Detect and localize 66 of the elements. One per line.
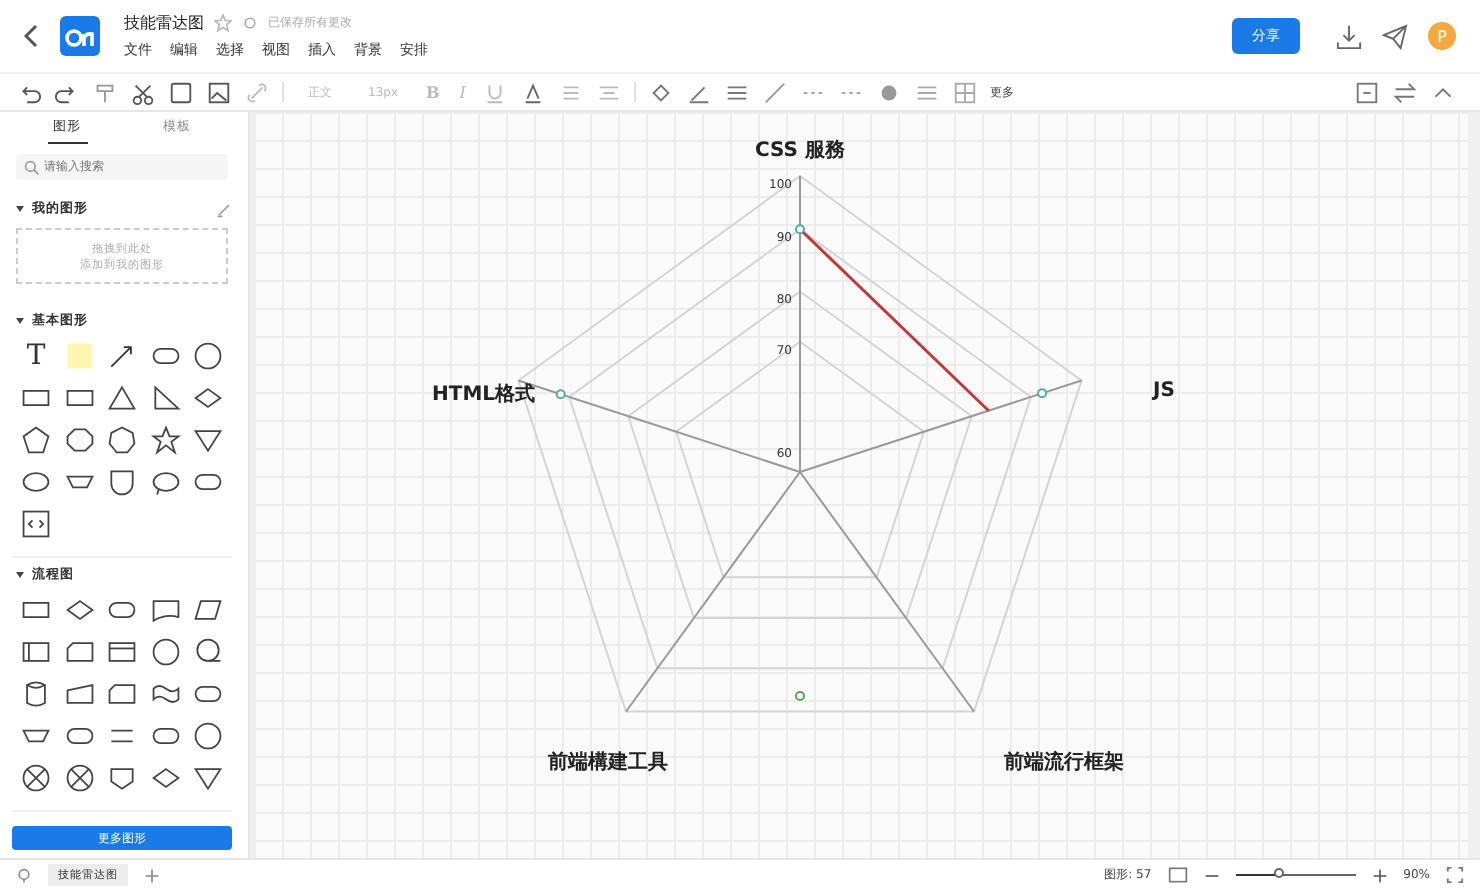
down-triangle-shape-icon[interactable]: [192, 762, 224, 794]
drop-shape-icon[interactable]: [106, 466, 138, 498]
scissors-icon[interactable]: [130, 79, 156, 105]
manual-input-shape-icon[interactable]: [63, 678, 95, 710]
process-shape-icon[interactable]: [20, 636, 52, 668]
parallelogram-shape-icon[interactable]: [192, 594, 224, 626]
axis-label: JS: [1153, 380, 1175, 402]
pentagon-shape-icon[interactable]: [20, 424, 52, 456]
card-shape-icon[interactable]: [63, 636, 95, 668]
add-page-icon[interactable]: [144, 867, 160, 883]
heptagon-shape-icon[interactable]: [106, 424, 138, 456]
location-icon[interactable]: [16, 867, 32, 883]
scrollbar[interactable]: [1468, 112, 1480, 858]
cylinder-shape-icon[interactable]: [20, 678, 52, 710]
diamond-shape-icon[interactable]: [192, 382, 224, 414]
diamond-shape-icon[interactable]: [63, 594, 95, 626]
triangle-shape-icon[interactable]: [106, 382, 138, 414]
app-logo[interactable]: [60, 16, 100, 56]
fullscreen-icon[interactable]: [1446, 866, 1464, 884]
window-shape-icon[interactable]: [106, 636, 138, 668]
circle-shape-icon[interactable]: [192, 720, 224, 752]
back-icon[interactable]: [24, 24, 40, 48]
star-shape-icon[interactable]: [149, 424, 181, 456]
search-icon: [24, 160, 40, 176]
zoom-in-icon[interactable]: [1371, 867, 1388, 883]
point-marker[interactable]: [795, 691, 805, 701]
point-marker[interactable]: [795, 224, 805, 235]
download-icon[interactable]: [1336, 23, 1362, 49]
map-icon[interactable]: [1167, 866, 1188, 884]
text-tool[interactable]: T: [20, 340, 52, 372]
axis-label: CSS 服務: [755, 140, 845, 162]
point-marker[interactable]: [555, 389, 566, 400]
fill-icon[interactable]: [647, 79, 674, 105]
speech-shape-icon[interactable]: [149, 466, 181, 498]
diamond-shape-icon[interactable]: [149, 762, 181, 794]
data-line[interactable]: [798, 228, 990, 412]
code-shape-icon[interactable]: [20, 508, 52, 540]
circle-shape-icon[interactable]: [149, 636, 181, 668]
line-style-icon[interactable]: [761, 79, 788, 105]
expand-arrow-icon[interactable]: [16, 206, 24, 212]
square-icon[interactable]: [168, 79, 194, 105]
star-icon[interactable]: [214, 14, 232, 32]
point-marker[interactable]: [1037, 388, 1048, 399]
zoom-slider-thumb[interactable]: [1274, 868, 1285, 878]
expand-arrow-icon[interactable]: [16, 318, 24, 324]
axis-label: 前端流行框架: [1004, 752, 1124, 774]
image-icon[interactable]: [206, 79, 232, 105]
format-painter-icon[interactable]: [92, 79, 118, 105]
document-title[interactable]: 技能雷达图: [124, 12, 204, 34]
circle-shape-icon[interactable]: [192, 340, 224, 372]
right-triangle-shape-icon[interactable]: [149, 382, 181, 414]
octagon-shape-icon[interactable]: [63, 424, 95, 456]
axis-label: 前端構建工具: [548, 752, 668, 774]
arrow-shape-icon[interactable]: [106, 340, 138, 372]
crossed-circle-shape-icon[interactable]: [20, 762, 52, 794]
swap-icon[interactable]: [1392, 79, 1418, 105]
document-shape-icon[interactable]: [149, 594, 181, 626]
shield-shape-icon[interactable]: [106, 762, 138, 794]
card-shape-icon[interactable]: [106, 678, 138, 710]
down-triangle-shape-icon[interactable]: [192, 424, 224, 456]
axis-label: HTML格式: [432, 384, 536, 406]
pencil-icon[interactable]: [216, 201, 232, 217]
crossed-circle-shape-icon[interactable]: [63, 762, 95, 794]
expand-arrow-icon[interactable]: [16, 572, 24, 578]
page-settings-icon[interactable]: [1354, 79, 1380, 105]
paper-plane-icon[interactable]: [1382, 23, 1408, 49]
